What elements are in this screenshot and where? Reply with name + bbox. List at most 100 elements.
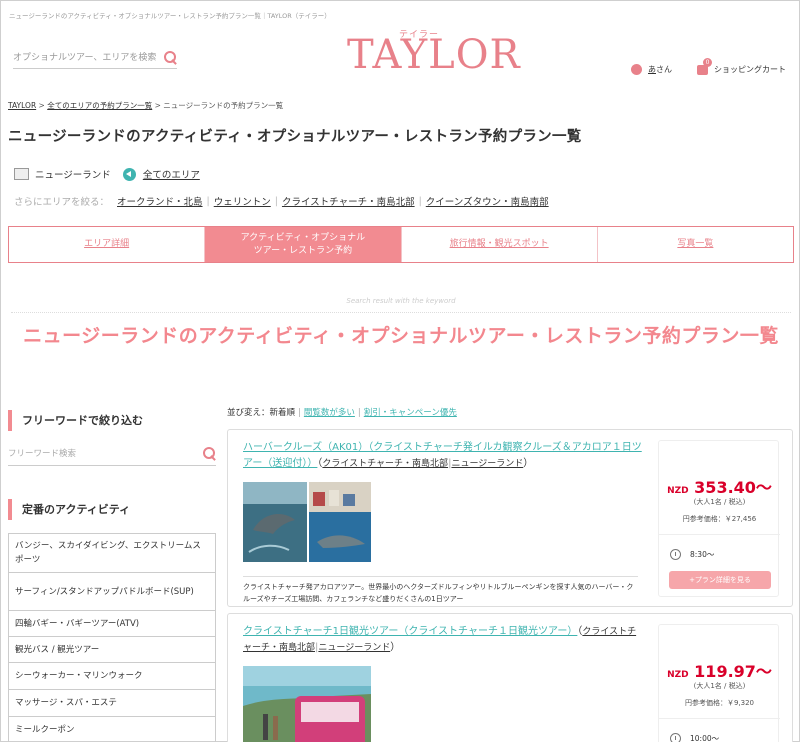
page-topline: ニュージーランドのアクティビティ・オプショナルツアー・レストラン予約プラン一覧｜… bbox=[9, 12, 331, 20]
tab-label-line2: ツアー・レストラン予約 bbox=[253, 245, 353, 256]
region-name: ニュージーランド bbox=[35, 170, 111, 181]
bus-photo-image bbox=[243, 666, 371, 742]
tab-label: エリア詳細 bbox=[84, 239, 130, 249]
area-tabs: エリア詳細 アクティビティ・オプショナル ツアー・レストラン予約 旅行情報・観光ス… bbox=[8, 226, 794, 263]
user-name[interactable]: あ bbox=[648, 64, 656, 75]
price-box: NZD 119.97〜 (大人1名 / 税込) 円参考価格：￥9,320 10:… bbox=[658, 624, 780, 742]
tab-label: 写真一覧 bbox=[677, 239, 714, 249]
tab-travel-info[interactable]: 旅行情報・観光スポット bbox=[402, 227, 598, 262]
cart-label: ショッピングカート bbox=[714, 65, 786, 74]
area-link-queenstown[interactable]: クイーンズタウン・南島南部 bbox=[426, 194, 549, 208]
paren: ） bbox=[390, 642, 401, 653]
area-link-wellington[interactable]: ウェリントン bbox=[214, 194, 271, 208]
product-photo[interactable] bbox=[243, 482, 371, 562]
all-areas-link[interactable]: 全てのエリア bbox=[143, 167, 200, 181]
start-time-value: 10:00〜 bbox=[690, 734, 720, 742]
sort-separator: | bbox=[357, 408, 361, 418]
sort-discount-first[interactable]: 割引・キャンペーン優先 bbox=[364, 408, 457, 418]
start-time: 8:30〜 bbox=[670, 549, 714, 560]
breadcrumb-current: ニュージーランドの予約プラン一覧 bbox=[163, 101, 284, 110]
dolphin-photo-image bbox=[243, 482, 371, 562]
category-item[interactable]: 観光バス / 観光ツアー bbox=[8, 637, 216, 663]
tab-label: 旅行情報・観光スポット bbox=[449, 239, 549, 249]
breadcrumb-separator: > bbox=[152, 101, 164, 110]
product-title: クライストチャーチ1日観光ツアー（クライストチャーチ１日観光ツアー）（クライスト… bbox=[243, 624, 643, 656]
area-filter-label: さらにエリアを絞る： bbox=[14, 197, 110, 208]
category-item[interactable]: 四輪バギー・バギーツアー(ATV) bbox=[8, 611, 216, 637]
area-filter: さらにエリアを絞る： オークランド・北島 | ウェリントン | クライストチャー… bbox=[14, 194, 553, 209]
lock-icon bbox=[631, 64, 642, 75]
category-item[interactable]: ミールクーポン bbox=[8, 717, 216, 742]
product-country-link[interactable]: ニュージーランド bbox=[318, 643, 390, 653]
area-link-christchurch[interactable]: クライストチャーチ・南島北部 bbox=[282, 194, 415, 208]
user-suffix: さん bbox=[656, 65, 672, 74]
clock-icon bbox=[670, 549, 681, 560]
category-item[interactable]: マッサージ・スパ・エステ bbox=[8, 690, 216, 717]
category-item[interactable]: シーウォーカー・マリンウォーク bbox=[8, 663, 216, 690]
jpy-reference-price: 円参考価格：￥9,320 bbox=[659, 698, 780, 719]
results-title: ニュージーランドのアクティビティ・オプショナルツアー・レストラン予約プラン一覧 bbox=[23, 325, 779, 347]
price-value: 353.40〜 bbox=[694, 478, 772, 497]
breadcrumb-all-area[interactable]: 全てのエリアの予約プラン一覧 bbox=[47, 101, 152, 110]
search-icon[interactable] bbox=[202, 446, 216, 460]
breadcrumb: TAYLOR > 全てのエリアの予約プラン一覧 > ニュージーランドの予約プラン… bbox=[8, 100, 283, 111]
search-icon[interactable] bbox=[163, 50, 177, 64]
paren: ） bbox=[523, 458, 534, 469]
product-country-link[interactable]: ニュージーランド bbox=[451, 459, 523, 469]
back-arrow-icon[interactable] bbox=[122, 167, 136, 181]
area-link-auckland[interactable]: オークランド・北島 bbox=[117, 194, 203, 208]
product-title-link[interactable]: クライストチャーチ1日観光ツアー（クライストチャーチ１日観光ツアー） bbox=[243, 626, 577, 637]
cart-icon: 0 bbox=[697, 57, 712, 75]
site-search-input[interactable]: オプショナルツアー、エリアを検索 bbox=[13, 45, 177, 69]
start-time-value: 8:30〜 bbox=[690, 550, 715, 559]
sort-label: 並び変え：新着順 bbox=[227, 408, 296, 418]
product-title: ハーバークルーズ（AK01）（クライストチャーチ発イルカ観察クルーズ＆アカロア１… bbox=[243, 440, 643, 472]
sort-bar: 並び変え：新着順 | 閲覧数が多い | 割引・キャンペーン優先 bbox=[227, 406, 457, 418]
tab-photos[interactable]: 写真一覧 bbox=[598, 227, 793, 262]
freeword-placeholder: フリーワード検索 bbox=[8, 449, 77, 459]
freeword-heading: フリーワードで絞り込む bbox=[8, 410, 216, 431]
start-time: 10:00〜 bbox=[670, 733, 719, 742]
shopping-cart[interactable]: 0 ショッピングカート bbox=[697, 57, 786, 75]
page-title: ニュージーランドのアクティビティ・オプショナルツアー・レストラン予約プラン一覧 bbox=[8, 129, 582, 145]
plan-detail-button[interactable]: +プラン詳細を見る bbox=[669, 571, 771, 589]
product-photo[interactable] bbox=[243, 666, 371, 742]
sort-separator: | bbox=[298, 408, 301, 418]
area-separator: | bbox=[418, 195, 422, 207]
product-description: クライストチャーチ発アカロアツアー。世界最小のヘクターズドルフィンやリトルブルー… bbox=[243, 576, 638, 605]
site-search-placeholder: オプショナルツアー、エリアを検索 bbox=[13, 53, 157, 63]
keyword-label: Search result with the keyword bbox=[346, 297, 456, 305]
sort-most-viewed[interactable]: 閲覧数が多い bbox=[304, 408, 355, 418]
area-separator: | bbox=[274, 195, 278, 207]
price-per: (大人1名 / 税込) bbox=[693, 682, 746, 690]
price-per: (大人1名 / 税込) bbox=[693, 498, 746, 506]
region-selector: ニュージーランド 全てのエリア bbox=[14, 167, 200, 181]
map-icon bbox=[14, 168, 29, 180]
logo-text: TAYLOR bbox=[347, 32, 521, 78]
activity-heading: 定番のアクティビティ bbox=[8, 499, 216, 520]
price-value: 119.97〜 bbox=[694, 662, 772, 681]
product-card: クライストチャーチ1日観光ツアー（クライストチャーチ１日観光ツアー）（クライスト… bbox=[227, 613, 793, 742]
user-menu[interactable]: あ さん bbox=[631, 64, 672, 75]
breadcrumb-separator: > bbox=[36, 101, 48, 110]
area-separator: | bbox=[206, 195, 210, 207]
price-currency: NZD bbox=[667, 486, 689, 496]
breadcrumb-home[interactable]: TAYLOR bbox=[8, 101, 36, 110]
freeword-search-input[interactable]: フリーワード検索 bbox=[8, 441, 216, 466]
tab-area-detail[interactable]: エリア詳細 bbox=[9, 227, 206, 262]
site-logo[interactable]: テイラー TAYLOR bbox=[347, 23, 520, 77]
cart-count-badge: 0 bbox=[703, 57, 712, 67]
category-item[interactable]: バンジー、スカイダイビング、エクストリームスポーツ bbox=[8, 534, 216, 573]
product-price: NZD 353.40〜 bbox=[659, 474, 780, 498]
jpy-reference-price: 円参考価格：￥27,456 bbox=[659, 514, 780, 535]
price-currency: NZD bbox=[667, 670, 689, 680]
clock-icon bbox=[670, 733, 681, 742]
tab-activities[interactable]: アクティビティ・オプショナル ツアー・レストラン予約 bbox=[205, 227, 402, 262]
activity-category-list: バンジー、スカイダイビング、エクストリームスポーツ サーフィン/スタンドアップパ… bbox=[8, 533, 216, 742]
divider bbox=[11, 312, 791, 313]
product-card: ハーバークルーズ（AK01）（クライストチャーチ発イルカ観察クルーズ＆アカロア１… bbox=[227, 429, 793, 607]
product-price: NZD 119.97〜 bbox=[659, 658, 780, 682]
product-area-link[interactable]: クライストチャーチ・南島北部 bbox=[322, 459, 448, 469]
category-item[interactable]: サーフィン/スタンドアップパドルボード(SUP) bbox=[8, 573, 216, 611]
tab-label-line1: アクティビティ・オプショナル bbox=[240, 232, 366, 243]
